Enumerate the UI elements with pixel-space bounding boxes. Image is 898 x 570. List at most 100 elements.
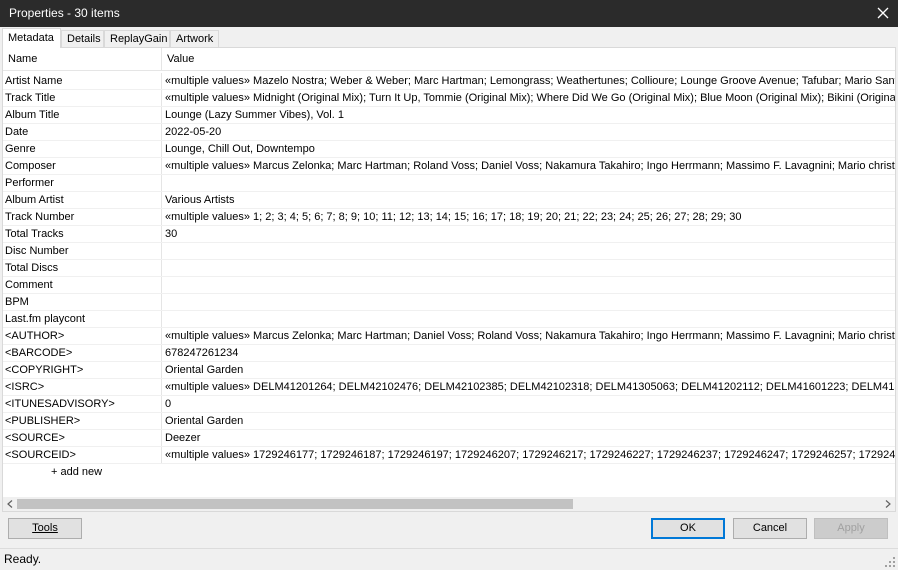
field-name: Composer bbox=[5, 160, 56, 172]
field-name: BPM bbox=[5, 296, 29, 308]
table-row[interactable]: <ITUNESADVISORY> 0 bbox=[3, 396, 895, 413]
field-value[interactable]: Oriental Garden bbox=[165, 415, 243, 428]
grid-header: Name Value bbox=[3, 48, 895, 71]
cancel-button[interactable]: Cancel bbox=[733, 518, 807, 539]
scroll-right-button[interactable] bbox=[881, 497, 895, 511]
title-bar: Properties - 30 items bbox=[0, 0, 898, 27]
tab-artwork[interactable]: Artwork bbox=[170, 30, 219, 47]
column-divider[interactable] bbox=[161, 48, 162, 71]
field-value[interactable]: Oriental Garden bbox=[165, 364, 243, 377]
field-name: <ISRC> bbox=[5, 381, 45, 393]
field-value[interactable]: Lounge, Chill Out, Downtempo bbox=[165, 143, 315, 156]
field-value[interactable]: «multiple values» Mazelo Nostra; Weber &… bbox=[165, 75, 895, 88]
status-text: Ready. bbox=[4, 552, 42, 566]
table-row[interactable]: Last.fm playcont bbox=[3, 311, 895, 328]
field-name: <ITUNESADVISORY> bbox=[5, 398, 115, 410]
table-row[interactable]: Date 2022-05-20 bbox=[3, 124, 895, 141]
field-name: Album Artist bbox=[5, 194, 64, 206]
resize-grip-icon[interactable] bbox=[884, 556, 896, 568]
field-name: Total Tracks bbox=[5, 228, 64, 240]
tools-button[interactable]: Tools bbox=[8, 518, 82, 539]
table-row[interactable]: <SOURCE> Deezer bbox=[3, 430, 895, 447]
table-row[interactable]: <SOURCEID> «multiple values» 1729246177; … bbox=[3, 447, 895, 464]
apply-button[interactable]: Apply bbox=[814, 518, 888, 539]
field-value[interactable]: «multiple values» Marcus Zelonka; Marc H… bbox=[165, 330, 895, 343]
field-name: Comment bbox=[5, 279, 53, 291]
table-row[interactable]: Genre Lounge, Chill Out, Downtempo bbox=[3, 141, 895, 158]
tab-label: Metadata bbox=[8, 32, 54, 44]
table-row[interactable]: <BARCODE> 678247261234 bbox=[3, 345, 895, 362]
apply-button-label: Apply bbox=[837, 522, 865, 534]
add-new-link[interactable]: + add new bbox=[51, 466, 102, 479]
table-row[interactable]: Performer bbox=[3, 175, 895, 192]
field-value[interactable]: 0 bbox=[165, 398, 171, 411]
field-value[interactable]: «multiple values» Midnight (Original Mix… bbox=[165, 92, 895, 105]
field-value[interactable]: Lounge (Lazy Summer Vibes), Vol. 1 bbox=[165, 109, 344, 122]
field-value[interactable]: 678247261234 bbox=[165, 347, 238, 360]
tab-metadata[interactable]: Metadata bbox=[2, 28, 61, 48]
scroll-left-button[interactable] bbox=[3, 497, 17, 511]
horizontal-scrollbar[interactable] bbox=[3, 497, 895, 511]
tab-label: Artwork bbox=[176, 33, 214, 45]
field-name: <PUBLISHER> bbox=[5, 415, 81, 427]
field-value[interactable]: «multiple values» Marcus Zelonka; Marc H… bbox=[165, 160, 895, 173]
field-name: <AUTHOR> bbox=[5, 330, 65, 342]
metadata-grid: Artist Name «multiple values» Mazelo Nost… bbox=[3, 73, 895, 488]
ok-button[interactable]: OK bbox=[651, 518, 725, 539]
field-name: Genre bbox=[5, 143, 36, 155]
column-header-value[interactable]: Value bbox=[167, 53, 194, 66]
field-name: Artist Name bbox=[5, 75, 63, 87]
tools-button-label: Tools bbox=[32, 522, 58, 534]
close-icon bbox=[877, 7, 889, 19]
table-row[interactable]: Track Number «multiple values» 1; 2; 3; 4… bbox=[3, 209, 895, 226]
field-name: Disc Number bbox=[5, 245, 69, 257]
tab-label: Details bbox=[67, 33, 101, 45]
field-value[interactable]: Deezer bbox=[165, 432, 200, 445]
field-name: <SOURCEID> bbox=[5, 449, 76, 461]
field-name: Track Number bbox=[5, 211, 75, 223]
field-name: Date bbox=[5, 126, 29, 138]
tab-label: ReplayGain bbox=[110, 33, 168, 45]
table-row[interactable]: Composer «multiple values» Marcus Zelonka… bbox=[3, 158, 895, 175]
field-name: Performer bbox=[5, 177, 54, 189]
column-header-name[interactable]: Name bbox=[8, 53, 37, 66]
table-row[interactable]: <AUTHOR> «multiple values» Marcus Zelonka… bbox=[3, 328, 895, 345]
field-name: <BARCODE> bbox=[5, 347, 73, 359]
row-divider bbox=[3, 463, 895, 464]
table-row[interactable]: <ISRC> «multiple values» DELM41201264; DE… bbox=[3, 379, 895, 396]
table-row[interactable]: Track Title «multiple values» Midnight (O… bbox=[3, 90, 895, 107]
table-row[interactable]: BPM bbox=[3, 294, 895, 311]
field-name: Track Title bbox=[5, 92, 56, 104]
table-row[interactable]: Disc Number bbox=[3, 243, 895, 260]
field-name: Total Discs bbox=[5, 262, 59, 274]
chevron-right-icon bbox=[885, 500, 891, 508]
field-name: <COPYRIGHT> bbox=[5, 364, 84, 376]
tab-replaygain[interactable]: ReplayGain bbox=[104, 30, 170, 47]
field-value[interactable]: «multiple values» DELM41201264; DELM4210… bbox=[165, 381, 895, 394]
chevron-left-icon bbox=[7, 500, 13, 508]
table-row[interactable]: Album Artist Various Artists bbox=[3, 192, 895, 209]
field-name: Album Title bbox=[5, 109, 60, 121]
table-row[interactable]: <PUBLISHER> Oriental Garden bbox=[3, 413, 895, 430]
status-bar: Ready. bbox=[0, 548, 898, 570]
field-name: <SOURCE> bbox=[5, 432, 65, 444]
table-row[interactable]: Total Tracks 30 bbox=[3, 226, 895, 243]
table-row[interactable]: Artist Name «multiple values» Mazelo Nost… bbox=[3, 73, 895, 90]
metadata-panel: Name Value Artist Name «multiple values» … bbox=[2, 47, 896, 512]
scroll-thumb[interactable] bbox=[17, 499, 573, 509]
cancel-button-label: Cancel bbox=[752, 522, 788, 534]
field-value[interactable]: 2022-05-20 bbox=[165, 126, 221, 139]
table-row[interactable]: Comment bbox=[3, 277, 895, 294]
field-value[interactable]: 30 bbox=[165, 228, 177, 241]
table-row[interactable]: Total Discs bbox=[3, 260, 895, 277]
field-value[interactable]: Various Artists bbox=[165, 194, 235, 207]
field-name: Last.fm playcont bbox=[5, 313, 86, 325]
window-title: Properties - 30 items bbox=[9, 6, 120, 20]
table-row[interactable]: Album Title Lounge (Lazy Summer Vibes), V… bbox=[3, 107, 895, 124]
ok-button-label: OK bbox=[680, 522, 696, 534]
table-row[interactable]: <COPYRIGHT> Oriental Garden bbox=[3, 362, 895, 379]
field-value[interactable]: «multiple values» 1729246177; 1729246187… bbox=[165, 449, 895, 462]
close-button[interactable] bbox=[868, 0, 898, 27]
field-value[interactable]: «multiple values» 1; 2; 3; 4; 5; 6; 7; 8… bbox=[165, 211, 742, 224]
tab-details[interactable]: Details bbox=[61, 30, 104, 47]
